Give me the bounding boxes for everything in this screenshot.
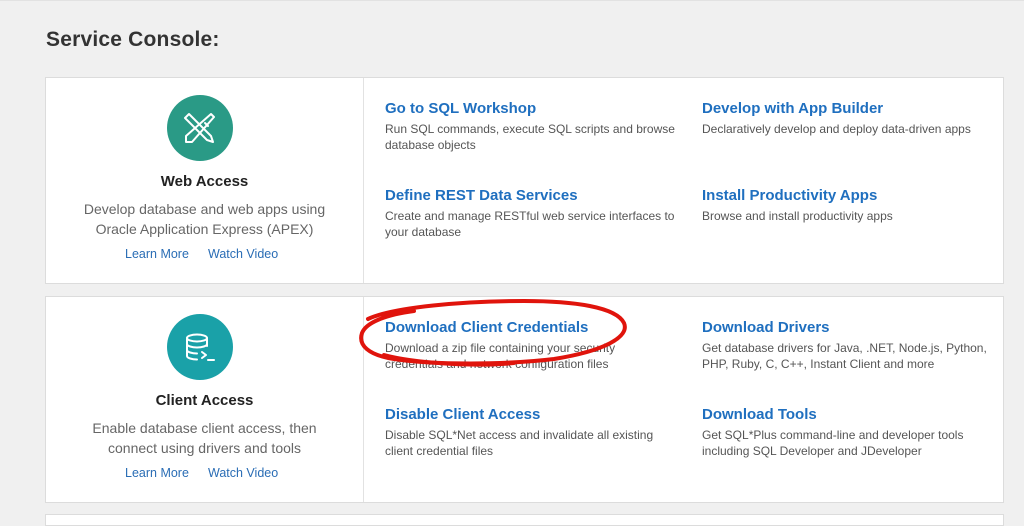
rest-services-link[interactable]: Define REST Data Services: [385, 187, 675, 205]
rest-services-description: Create and manage RESTful web service in…: [385, 209, 675, 239]
next-panel-edge: [45, 514, 1004, 526]
download-drivers-link[interactable]: Download Drivers: [702, 319, 992, 337]
client-access-summary: Client Access Enable database client acc…: [46, 297, 364, 502]
sql-workshop-description: Run SQL commands, execute SQL scripts an…: [385, 122, 675, 152]
rest-services-card[interactable]: Define REST Data Services Create and man…: [385, 187, 675, 240]
client-access-description: Enable database client access, then conn…: [92, 420, 317, 456]
watch-video-link[interactable]: Watch Video: [208, 466, 278, 480]
disable-access-link[interactable]: Disable Client Access: [385, 406, 675, 424]
productivity-apps-link[interactable]: Install Productivity Apps: [702, 187, 992, 205]
web-access-panel: Web Access Develop database and web apps…: [45, 77, 1004, 284]
learn-more-link[interactable]: Learn More: [125, 247, 189, 261]
productivity-apps-card[interactable]: Install Productivity Apps Browse and ins…: [702, 187, 992, 224]
download-drivers-card[interactable]: Download Drivers Get database drivers fo…: [702, 319, 992, 372]
app-builder-description: Declaratively develop and deploy data-dr…: [702, 122, 971, 136]
download-tools-card[interactable]: Download Tools Get SQL*Plus command-line…: [702, 406, 992, 459]
disable-access-description: Disable SQL*Net access and invalidate al…: [385, 428, 654, 458]
client-access-panel: Client Access Enable database client acc…: [45, 296, 1004, 503]
web-access-description: Develop database and web apps using Orac…: [83, 201, 326, 237]
productivity-apps-description: Browse and install productivity apps: [702, 209, 893, 223]
download-credentials-link[interactable]: Download Client Credentials: [385, 319, 675, 337]
sql-workshop-link[interactable]: Go to SQL Workshop: [385, 100, 675, 118]
download-credentials-description: Download a zip file containing your secu…: [385, 341, 616, 371]
download-tools-link[interactable]: Download Tools: [702, 406, 992, 424]
top-divider: [0, 0, 1024, 1]
watch-video-link[interactable]: Watch Video: [208, 247, 278, 261]
web-access-title: Web Access: [160, 173, 249, 190]
page-title: Service Console:: [46, 28, 220, 51]
download-drivers-description: Get database drivers for Java, .NET, Nod…: [702, 341, 987, 371]
app-builder-card[interactable]: Develop with App Builder Declaratively d…: [702, 100, 992, 137]
database-terminal-icon: [167, 314, 233, 380]
sql-workshop-card[interactable]: Go to SQL Workshop Run SQL commands, exe…: [385, 100, 675, 153]
client-access-title: Client Access: [155, 392, 254, 409]
app-builder-link[interactable]: Develop with App Builder: [702, 100, 992, 118]
download-credentials-card[interactable]: Download Client Credentials Download a z…: [385, 319, 675, 372]
pencil-ruler-icon: [167, 95, 233, 161]
learn-more-link[interactable]: Learn More: [125, 466, 189, 480]
disable-access-card[interactable]: Disable Client Access Disable SQL*Net ac…: [385, 406, 675, 459]
download-tools-description: Get SQL*Plus command-line and developer …: [702, 428, 964, 458]
web-access-summary: Web Access Develop database and web apps…: [46, 78, 364, 283]
